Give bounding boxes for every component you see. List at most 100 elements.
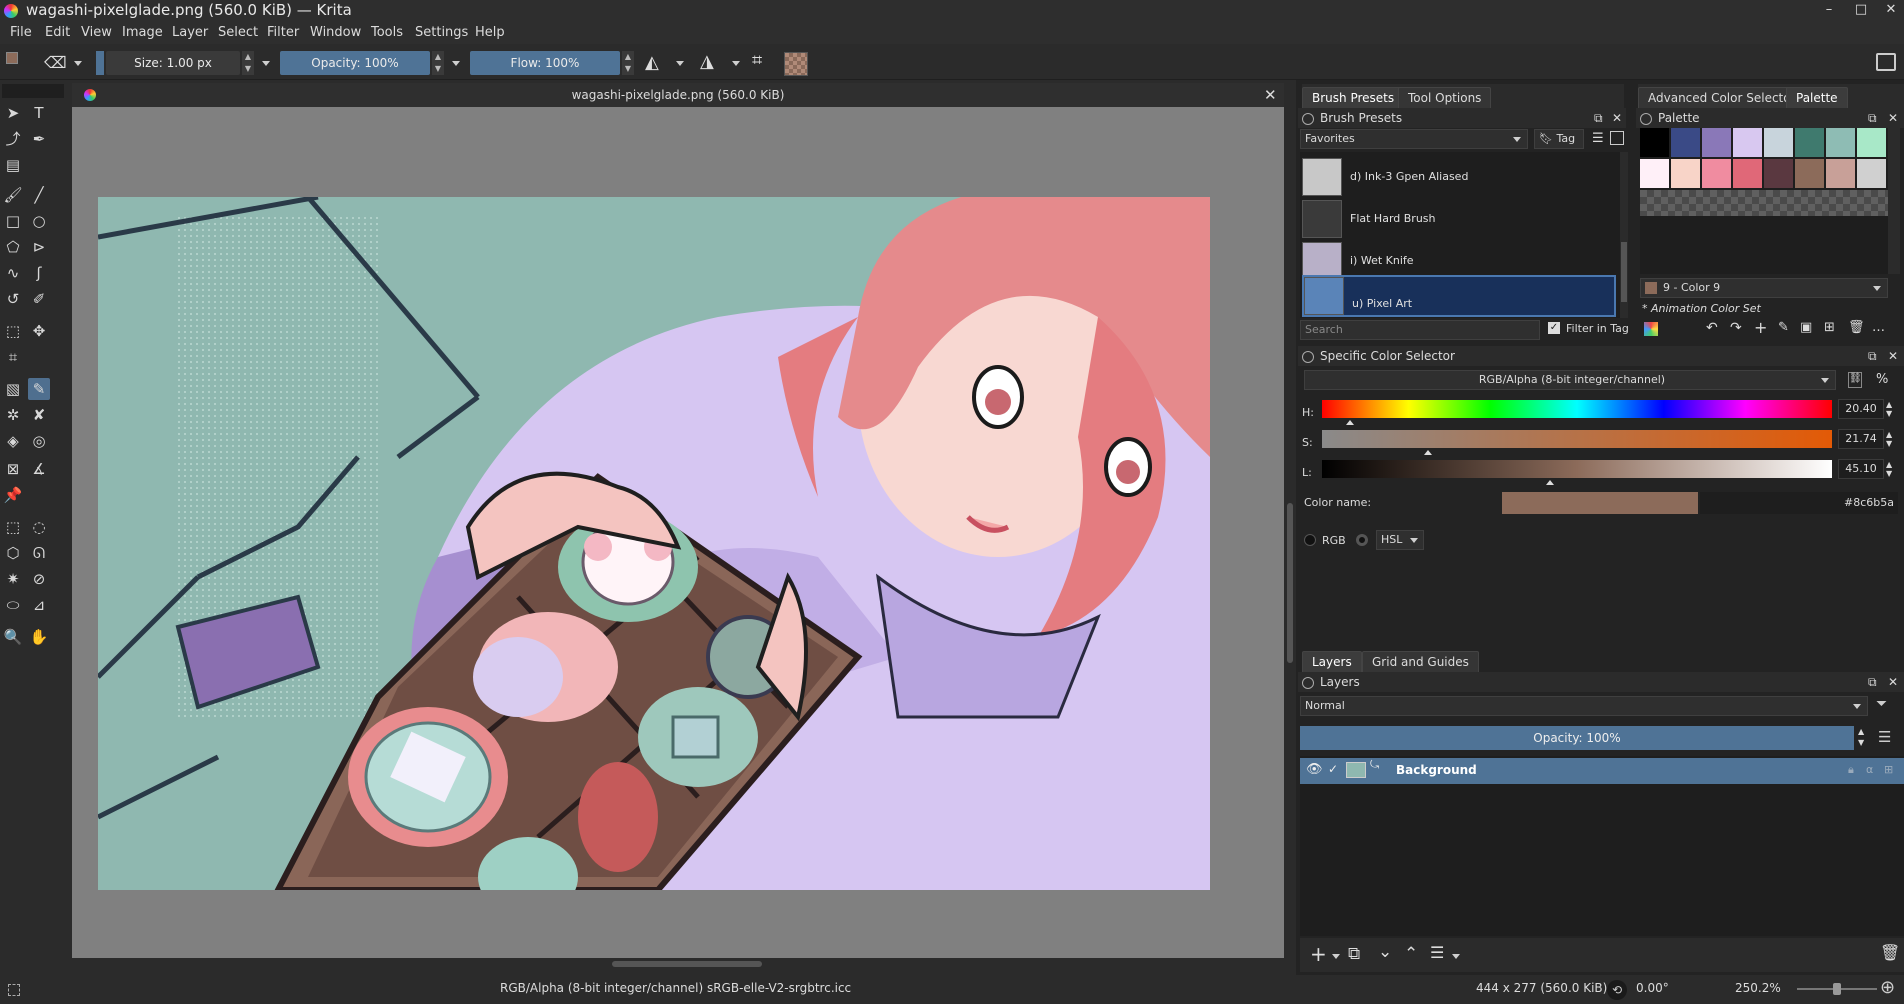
freehand-brush-icon[interactable]: 🖌: [2, 184, 24, 206]
active-checkbox-icon[interactable]: ✓: [1328, 762, 1338, 776]
palette-swatch[interactable]: [1857, 159, 1886, 188]
rect-select-icon[interactable]: ⬚: [2, 516, 24, 538]
measure-tool-icon[interactable]: ∡: [28, 458, 50, 480]
delete-swatch-icon[interactable]: 🗑︎: [1848, 320, 1865, 335]
more-options-icon[interactable]: …: [1872, 320, 1885, 335]
brush-tag-combo[interactable]: Favorites: [1300, 129, 1528, 149]
hue-slider-marker[interactable]: [1346, 420, 1354, 425]
palette-swatch[interactable]: [1671, 128, 1700, 157]
multibrush-icon[interactable]: ✐: [28, 288, 50, 310]
palette-swatch[interactable]: [1826, 128, 1855, 157]
horizontal-scroll-thumb[interactable]: [612, 961, 762, 967]
menu-select[interactable]: Select: [218, 25, 258, 40]
move-layer-down-icon[interactable]: ⌄: [1378, 942, 1392, 962]
palette-swatch[interactable]: [1764, 128, 1793, 157]
close-window-button[interactable]: ✕: [1882, 1, 1900, 19]
menu-window[interactable]: Window: [310, 25, 361, 40]
palette-swatch[interactable]: [1640, 128, 1669, 157]
bezier-tool-icon[interactable]: ∿: [2, 262, 24, 284]
brush-search-input[interactable]: Search: [1300, 320, 1540, 340]
minimize-button[interactable]: –: [1820, 1, 1838, 19]
brush-preset-item[interactable]: Flat Hard Brush: [1302, 199, 1616, 239]
blend-mode-combo[interactable]: Normal: [1300, 696, 1868, 716]
palette-color-combo[interactable]: 9 - Color 9: [1640, 278, 1888, 298]
opacity-field[interactable]: Opacity: 100%: [280, 51, 430, 75]
palette-swatch[interactable]: [1795, 159, 1824, 188]
lightness-slider-marker[interactable]: [1546, 480, 1554, 485]
tab-layers[interactable]: Layers: [1302, 651, 1362, 672]
lock-icon[interactable]: [1302, 112, 1314, 125]
close-panel-icon[interactable]: ✕: [1612, 108, 1622, 128]
redo-icon[interactable]: ↷: [1730, 320, 1742, 336]
colorize-mask-icon[interactable]: ✲: [2, 404, 24, 426]
menu-file[interactable]: File: [10, 25, 32, 40]
flow-spinner[interactable]: ▲ ▼: [622, 51, 634, 75]
menu-settings[interactable]: Settings: [415, 25, 468, 40]
rotation-status[interactable]: 0.00°: [1636, 981, 1669, 995]
palette-swatch[interactable]: [1857, 128, 1886, 157]
color-model-combo[interactable]: HSL: [1376, 530, 1424, 550]
rotate-icon[interactable]: ⟲: [1607, 980, 1627, 1000]
assistant-tool-icon[interactable]: ⊠: [2, 458, 24, 480]
freehand-path-icon[interactable]: ʃ: [28, 262, 50, 284]
close-panel-icon[interactable]: ✕: [1888, 672, 1898, 692]
hex-input[interactable]: #8c6b5a: [1700, 492, 1898, 514]
palette-swatch[interactable]: [1826, 159, 1855, 188]
foreground-color-icon[interactable]: [6, 52, 18, 64]
lock-icon[interactable]: [1302, 350, 1314, 363]
opacity-spinner[interactable]: ▲ ▼: [432, 51, 444, 75]
save-palette-icon[interactable]: ▣: [1800, 320, 1812, 335]
layer-properties-icon[interactable]: ☰: [1430, 943, 1444, 962]
hsx-radio[interactable]: [1356, 534, 1368, 546]
image-size-status[interactable]: 444 x 277 (560.0 KiB): [1476, 981, 1607, 995]
float-panel-icon[interactable]: ⧉: [1594, 108, 1603, 128]
mirror-horizontal-icon[interactable]: ◭: [645, 52, 659, 73]
panel-layout-icon[interactable]: [1876, 53, 1896, 71]
polyline-tool-icon[interactable]: ⊳: [28, 236, 50, 258]
pan-tool-icon[interactable]: ✋: [28, 626, 50, 648]
palette-swatch[interactable]: [1671, 159, 1700, 188]
move-tool-icon[interactable]: ✥: [28, 320, 50, 342]
palette-swatch[interactable]: [1733, 159, 1762, 188]
menu-image[interactable]: Image: [122, 25, 163, 40]
layer-name[interactable]: Background: [1396, 763, 1477, 777]
filter-in-tag-checkbox[interactable]: ✓: [1548, 322, 1560, 334]
move-layer-up-icon[interactable]: ⌃: [1404, 944, 1418, 964]
similar-select-icon[interactable]: ⊘: [28, 568, 50, 590]
pattern-icon[interactable]: [784, 52, 808, 76]
color-picker-icon[interactable]: ✎: [28, 378, 50, 400]
ellipse-select-icon[interactable]: ◌: [28, 516, 50, 538]
hue-value-input[interactable]: 20.40: [1838, 399, 1884, 419]
brush-preset-item-selected[interactable]: u) Pixel Art: [1302, 275, 1616, 317]
layer-opacity-slider[interactable]: Opacity: 100%: [1300, 726, 1854, 750]
undo-icon[interactable]: ↶: [1706, 320, 1718, 336]
mirror-vertical-icon[interactable]: ◮: [700, 51, 714, 72]
lock-icon[interactable]: [1302, 676, 1314, 689]
saturation-spinner[interactable]: ▲ ▼: [1886, 430, 1892, 448]
layer-lock-icon[interactable]: 🔒︎: [1848, 763, 1854, 777]
edit-swatch-icon[interactable]: ✎: [1778, 320, 1789, 335]
saturation-slider-marker[interactable]: [1424, 450, 1432, 455]
chevron-down-icon[interactable]: [1452, 954, 1460, 959]
reference-tool-icon[interactable]: 📌: [2, 484, 24, 506]
horizontal-scrollbar[interactable]: [72, 958, 1284, 970]
lock-icon[interactable]: [1640, 112, 1652, 125]
chevron-down-icon[interactable]: [74, 61, 82, 66]
palette-swatch[interactable]: [1795, 128, 1824, 157]
empty-swatch-row[interactable]: [1640, 190, 1888, 216]
layer-opacity-spinner[interactable]: ▲ ▼: [1858, 726, 1864, 748]
tab-advanced-color-selector[interactable]: Advanced Color Selector: [1638, 87, 1806, 108]
inherit-alpha-icon[interactable]: ⊞: [1884, 763, 1893, 776]
document-tab[interactable]: wagashi-pixelglade.png (560.0 KiB) ✕: [72, 83, 1284, 107]
close-document-icon[interactable]: ✕: [1264, 86, 1277, 104]
menu-layer[interactable]: Layer: [172, 25, 208, 40]
palette-swatch[interactable]: [1702, 128, 1731, 157]
link-icon[interactable]: ⛓: [1848, 372, 1862, 388]
maximize-button[interactable]: □: [1852, 1, 1870, 19]
float-panel-icon[interactable]: ⧉: [1868, 108, 1877, 128]
palette-grid-icon[interactable]: ⊞: [1824, 320, 1835, 335]
list-view-icon[interactable]: ☰: [1592, 131, 1604, 146]
freehand-select-icon[interactable]: ᘏ: [28, 542, 50, 564]
polygon-select-icon[interactable]: ⬡: [2, 542, 24, 564]
saturation-slider[interactable]: [1322, 430, 1832, 448]
